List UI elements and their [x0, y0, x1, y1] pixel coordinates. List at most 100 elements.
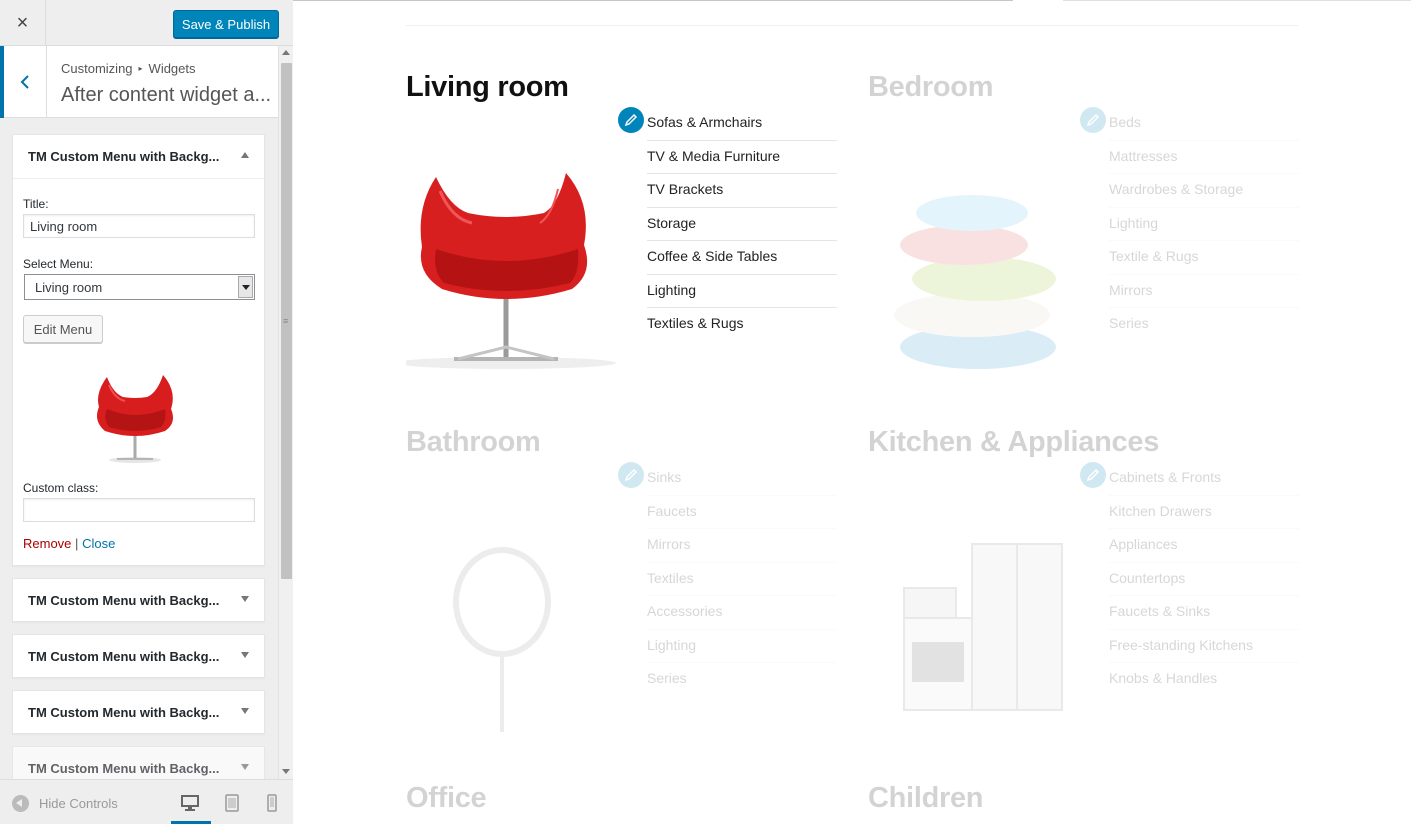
pencil-icon[interactable]	[618, 107, 644, 133]
menu-item[interactable]: Free-standing Kitchens	[1109, 630, 1299, 663]
menu-item[interactable]: Lighting	[1109, 208, 1299, 241]
hide-controls-button[interactable]: Hide Controls	[12, 795, 118, 812]
chevron-down-icon[interactable]	[241, 764, 249, 770]
scroll-down-icon[interactable]	[282, 769, 290, 774]
custom-class-label: Custom class:	[23, 481, 99, 495]
edit-menu-button[interactable]: Edit Menu	[23, 315, 103, 343]
category-block-bedroom: Bedroom Beds Mattresses Wardrobes & Stor…	[868, 71, 1308, 401]
category-block-kitchen: Kitchen & Appliances Cabinets & Fronts K…	[868, 426, 1308, 756]
widget-title: TM Custom Menu with Backg...	[28, 649, 220, 664]
close-icon[interactable]: ×	[0, 0, 46, 46]
chevron-down-icon[interactable]	[241, 652, 249, 658]
menu-item[interactable]: Sofas & Armchairs	[647, 107, 837, 141]
section-title: After content widget a...	[61, 84, 271, 106]
breadcrumb-widgets: Widgets	[148, 61, 196, 76]
menu-item[interactable]: Sinks	[647, 462, 837, 496]
armchair-image	[406, 173, 616, 369]
preview-top-edge	[293, 0, 1013, 1]
save-publish-button[interactable]: Save & Publish	[173, 10, 279, 38]
menu-item[interactable]: Lighting	[647, 275, 837, 308]
widget-actions: Remove | Close	[23, 536, 115, 551]
category-title: Kitchen & Appliances	[868, 426, 1160, 458]
menu-item[interactable]: Cabinets & Fronts	[1109, 462, 1299, 496]
menu-item[interactable]: Textile & Rugs	[1109, 241, 1299, 275]
desktop-icon[interactable]	[180, 794, 200, 812]
category-block-children: Children	[868, 782, 1308, 824]
category-menu: Beds Mattresses Wardrobes & Storage Ligh…	[1109, 107, 1299, 342]
category-title: Bedroom	[868, 71, 994, 103]
customizer-sidebar: × Save & Publish Customizing ▸ Widgets Aft…	[0, 0, 293, 824]
collapse-icon	[12, 795, 29, 812]
category-block-office: Office	[406, 782, 846, 824]
menu-select[interactable]: Living room	[24, 274, 255, 300]
background-image-thumbnail[interactable]	[85, 359, 185, 467]
menu-item[interactable]: Beds	[1109, 107, 1299, 141]
tablet-icon[interactable]	[222, 794, 242, 812]
menu-item[interactable]: Coffee & Side Tables	[647, 241, 837, 275]
scroll-up-icon[interactable]	[282, 50, 290, 55]
title-input[interactable]	[23, 214, 255, 238]
menu-item[interactable]: Wardrobes & Storage	[1109, 174, 1299, 208]
chevron-up-icon[interactable]	[241, 152, 249, 158]
pillows-image	[894, 195, 1056, 369]
menu-item[interactable]: Lighting	[647, 630, 837, 663]
widget-header[interactable]: TM Custom Menu with Backg...	[13, 135, 264, 179]
menu-item[interactable]: Series	[1109, 308, 1299, 342]
section-header: Customizing ▸ Widgets After content widget…	[0, 46, 278, 118]
chevron-down-icon[interactable]	[241, 596, 249, 602]
menu-item[interactable]: Accessories	[647, 596, 837, 630]
breadcrumb-separator: ▸	[138, 64, 143, 73]
menu-item[interactable]: Mirrors	[647, 529, 837, 563]
breadcrumb-customizing: Customizing	[61, 61, 133, 76]
category-title: Bathroom	[406, 426, 541, 458]
widget-title: TM Custom Menu with Backg...	[28, 761, 220, 776]
actions-separator: |	[75, 536, 79, 551]
breadcrumb: Customizing ▸ Widgets	[61, 61, 196, 76]
menu-item[interactable]: Countertops	[1109, 563, 1299, 596]
pencil-icon[interactable]	[618, 462, 644, 488]
mirror-image	[453, 547, 551, 732]
menu-item[interactable]: Mattresses	[1109, 141, 1299, 174]
resize-handle-icon[interactable]: ≡	[283, 316, 288, 326]
menu-item[interactable]: Textiles & Rugs	[647, 308, 837, 342]
back-button[interactable]	[0, 46, 47, 118]
custom-class-input[interactable]	[23, 498, 255, 522]
menu-item[interactable]: TV & Media Furniture	[647, 141, 837, 174]
site-preview: Living room Sofas & Armchairs TV & Media…	[293, 0, 1411, 824]
mobile-icon[interactable]	[262, 794, 282, 812]
appliances-image	[903, 543, 1063, 711]
category-title: Office	[406, 782, 487, 814]
menu-item[interactable]: Series	[647, 663, 837, 697]
pencil-icon[interactable]	[1080, 462, 1106, 488]
sidebar-scrollbar[interactable]	[278, 46, 293, 779]
customizer-header: × Save & Publish	[0, 0, 293, 46]
remove-link[interactable]: Remove	[23, 536, 71, 551]
menu-item[interactable]: TV Brackets	[647, 174, 837, 208]
widget-custom-menu[interactable]: TM Custom Menu with Backg...	[12, 690, 265, 734]
menu-item[interactable]: Faucets	[647, 496, 837, 529]
menu-item[interactable]: Faucets & Sinks	[1109, 596, 1299, 630]
widget-custom-menu[interactable]: TM Custom Menu with Backg...	[12, 578, 265, 622]
chevron-down-icon[interactable]	[241, 708, 249, 714]
chevron-down-icon[interactable]	[238, 276, 253, 298]
menu-item[interactable]: Storage	[647, 208, 837, 241]
menu-item[interactable]: Appliances	[1109, 529, 1299, 563]
widget-header[interactable]: TM Custom Menu with Backg...	[13, 635, 264, 677]
category-menu: Cabinets & Fronts Kitchen Drawers Applia…	[1109, 462, 1299, 697]
menu-item[interactable]: Kitchen Drawers	[1109, 496, 1299, 529]
widget-custom-menu[interactable]: TM Custom Menu with Backg...	[12, 634, 265, 678]
menu-item[interactable]: Mirrors	[1109, 275, 1299, 308]
category-block-bathroom: Bathroom Sinks Faucets Mirrors Textiles …	[406, 426, 846, 756]
select-menu-label: Select Menu:	[23, 257, 94, 271]
chevron-left-icon	[20, 75, 29, 89]
close-link[interactable]: Close	[82, 536, 115, 551]
menu-item[interactable]: Textiles	[647, 563, 837, 596]
widget-header[interactable]: TM Custom Menu with Backg...	[13, 579, 264, 621]
widget-header[interactable]: TM Custom Menu with Backg...	[13, 691, 264, 733]
widget-custom-menu-expanded: TM Custom Menu with Backg... Title: Sele…	[12, 134, 265, 566]
menu-item[interactable]: Knobs & Handles	[1109, 663, 1299, 697]
category-menu: Sinks Faucets Mirrors Textiles Accessori…	[647, 462, 837, 697]
category-block-living-room: Living room Sofas & Armchairs TV & Media…	[406, 71, 846, 401]
category-title: Children	[868, 782, 984, 814]
pencil-icon[interactable]	[1080, 107, 1106, 133]
